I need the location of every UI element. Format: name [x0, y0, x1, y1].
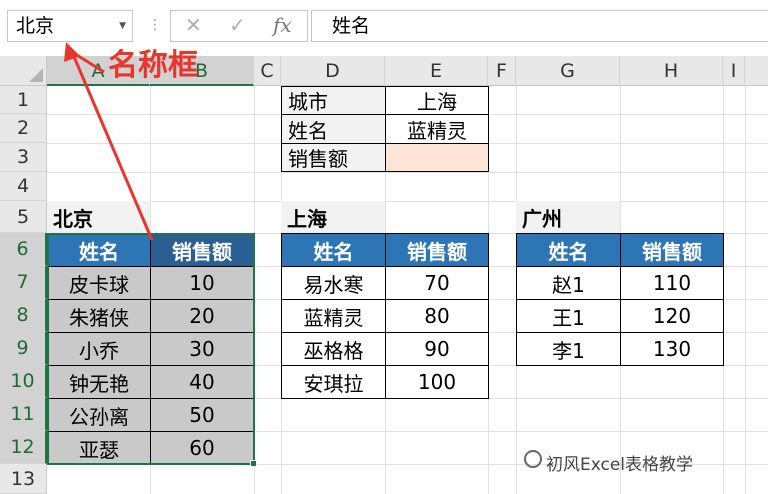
watermark: 初风Excel表格教学: [546, 455, 694, 475]
name-box-annotation: 名称框: [108, 48, 198, 83]
wechat-icon: [524, 450, 542, 468]
